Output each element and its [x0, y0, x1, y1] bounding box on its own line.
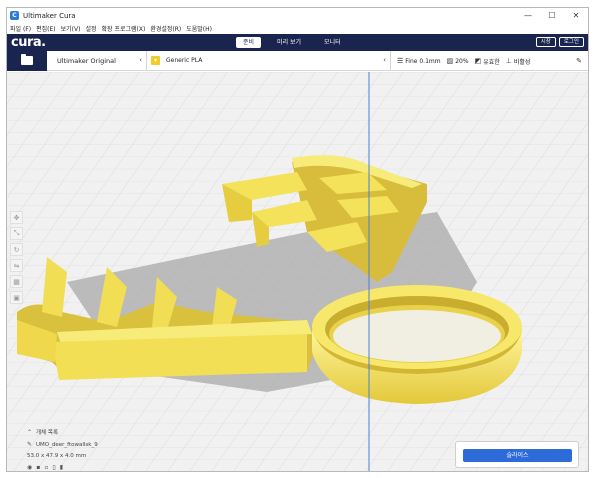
- infill-value: 20%: [455, 57, 469, 65]
- support-icon: ◩: [474, 57, 482, 65]
- infill-icon: ▨: [446, 57, 454, 65]
- view-top-icon[interactable]: ▫: [44, 464, 48, 471]
- view-orientation-buttons: ◉ ▪ ▫ ▯ ▮: [27, 464, 147, 471]
- extruder-icon: ▾: [151, 56, 160, 65]
- login-button[interactable]: 로그인: [558, 37, 584, 47]
- tab-preview[interactable]: 미리 보기: [270, 37, 308, 48]
- menu-preferences[interactable]: 환경설정(R): [150, 24, 181, 33]
- marketplace-button[interactable]: 시장: [535, 37, 556, 47]
- move-tool-icon[interactable]: ✥: [10, 211, 23, 224]
- menu-bar: 파일 (F) 편집(E) 보기(V) 설정 확장 프로그램(X) 환경설정(R)…: [7, 23, 588, 34]
- build-plate-scene: [7, 72, 588, 471]
- pencil-icon: ✎: [27, 441, 33, 448]
- ring-model: [312, 285, 522, 404]
- view-left-icon[interactable]: ▯: [52, 464, 55, 471]
- support-setting: ◩ 유효한: [475, 57, 500, 66]
- profile-icon: ☰: [397, 57, 404, 65]
- header-actions: 시장 로그인: [533, 37, 584, 47]
- 3d-viewport[interactable]: ✥ ⤡ ↻ ⇋ ▦ ▣ ⌃ 개체 목록 ✎ UMO_deer_ftowallsk…: [7, 72, 588, 472]
- slice-button[interactable]: 슬라이스: [463, 449, 572, 462]
- object-name: UMO_deer_ftowallsk_9: [36, 441, 98, 448]
- edit-pencil-icon: ✎: [576, 57, 582, 65]
- menu-file[interactable]: 파일 (F): [10, 24, 31, 33]
- view-3d-icon[interactable]: ◉: [27, 464, 32, 471]
- maximize-button[interactable]: ☐: [540, 8, 564, 23]
- adhesion-icon: ⊥: [505, 57, 512, 65]
- view-front-icon[interactable]: ▪: [36, 464, 40, 471]
- material-name: Generic PLA: [166, 57, 203, 64]
- menu-help[interactable]: 도움말(H): [186, 24, 212, 33]
- material-selector[interactable]: ▾ Generic PLA ‹: [148, 51, 391, 71]
- menu-extensions[interactable]: 확장 프로그램(X): [101, 24, 145, 33]
- print-setup-bar: Ultimaker Original ‹ ▾ Generic PLA ‹ ☰ F…: [7, 51, 588, 71]
- window-title: Ultimaker Cura: [23, 11, 76, 20]
- cura-logo: cura.: [11, 35, 46, 50]
- folder-icon: [21, 54, 33, 65]
- close-button[interactable]: ✕: [564, 8, 588, 23]
- view-right-icon[interactable]: ▮: [60, 464, 63, 471]
- infill-setting: ▨ 20%: [447, 57, 469, 65]
- adhesion-setting: ⊥ 비활성: [506, 57, 531, 66]
- object-name-row[interactable]: ✎ UMO_deer_ftowallsk_9: [27, 441, 147, 448]
- object-dimensions: 53.0 x 47.9 x 4.0 mm: [27, 453, 147, 459]
- object-list-label: 개체 목록: [36, 430, 59, 436]
- object-info: ⌃ 개체 목록 ✎ UMO_deer_ftowallsk_9 53.0 x 47…: [27, 428, 147, 472]
- app-header: cura. 준비 미리 보기 모니터 시장 로그인: [7, 34, 588, 51]
- profile-value: Fine 0.1mm: [405, 57, 441, 65]
- support-value: 유효한: [483, 58, 500, 66]
- per-model-settings-icon[interactable]: ▦: [10, 275, 23, 288]
- cura-app-icon: C: [10, 11, 19, 20]
- tab-monitor[interactable]: 모니터: [317, 37, 348, 48]
- menu-view[interactable]: 보기(V): [61, 24, 81, 33]
- mirror-tool-icon[interactable]: ⇋: [10, 259, 23, 272]
- support-blocker-icon[interactable]: ▣: [10, 291, 23, 304]
- menu-settings[interactable]: 설정: [85, 24, 96, 33]
- cura-window: C Ultimaker Cura — ☐ ✕ 파일 (F) 편집(E) 보기(V…: [6, 7, 589, 472]
- print-settings-selector[interactable]: ☰ Fine 0.1mm ▨ 20% ◩ 유효한 ⊥ 비활성 ✎: [391, 51, 588, 71]
- chevron-left-icon: ‹: [383, 56, 386, 64]
- rotate-tool-icon[interactable]: ↻: [10, 243, 23, 256]
- object-list-toggle[interactable]: ⌃ 개체 목록: [27, 428, 147, 437]
- window-controls: — ☐ ✕: [516, 8, 588, 23]
- tab-prepare[interactable]: 준비: [236, 37, 262, 48]
- stage-tabs: 준비 미리 보기 모니터: [236, 37, 357, 48]
- chevron-left-icon: ‹: [139, 56, 142, 64]
- menu-edit[interactable]: 편집(E): [36, 24, 56, 33]
- profile-setting: ☰ Fine 0.1mm: [397, 57, 441, 65]
- adhesion-value: 비활성: [513, 58, 531, 66]
- dimensions-text: 53.0 x 47.9 x 4.0 mm: [27, 453, 87, 459]
- scale-tool-icon[interactable]: ⤡: [10, 227, 23, 240]
- open-file-button[interactable]: [7, 51, 47, 71]
- slice-panel: 슬라이스: [455, 441, 579, 468]
- minimize-button[interactable]: —: [516, 8, 540, 23]
- printer-name: Ultimaker Original: [57, 57, 116, 65]
- printer-selector[interactable]: Ultimaker Original ‹: [47, 51, 147, 71]
- chevron-up-icon: ⌃: [27, 428, 33, 436]
- title-bar: C Ultimaker Cura — ☐ ✕: [7, 8, 588, 23]
- tool-panel: ✥ ⤡ ↻ ⇋ ▦ ▣: [10, 211, 23, 307]
